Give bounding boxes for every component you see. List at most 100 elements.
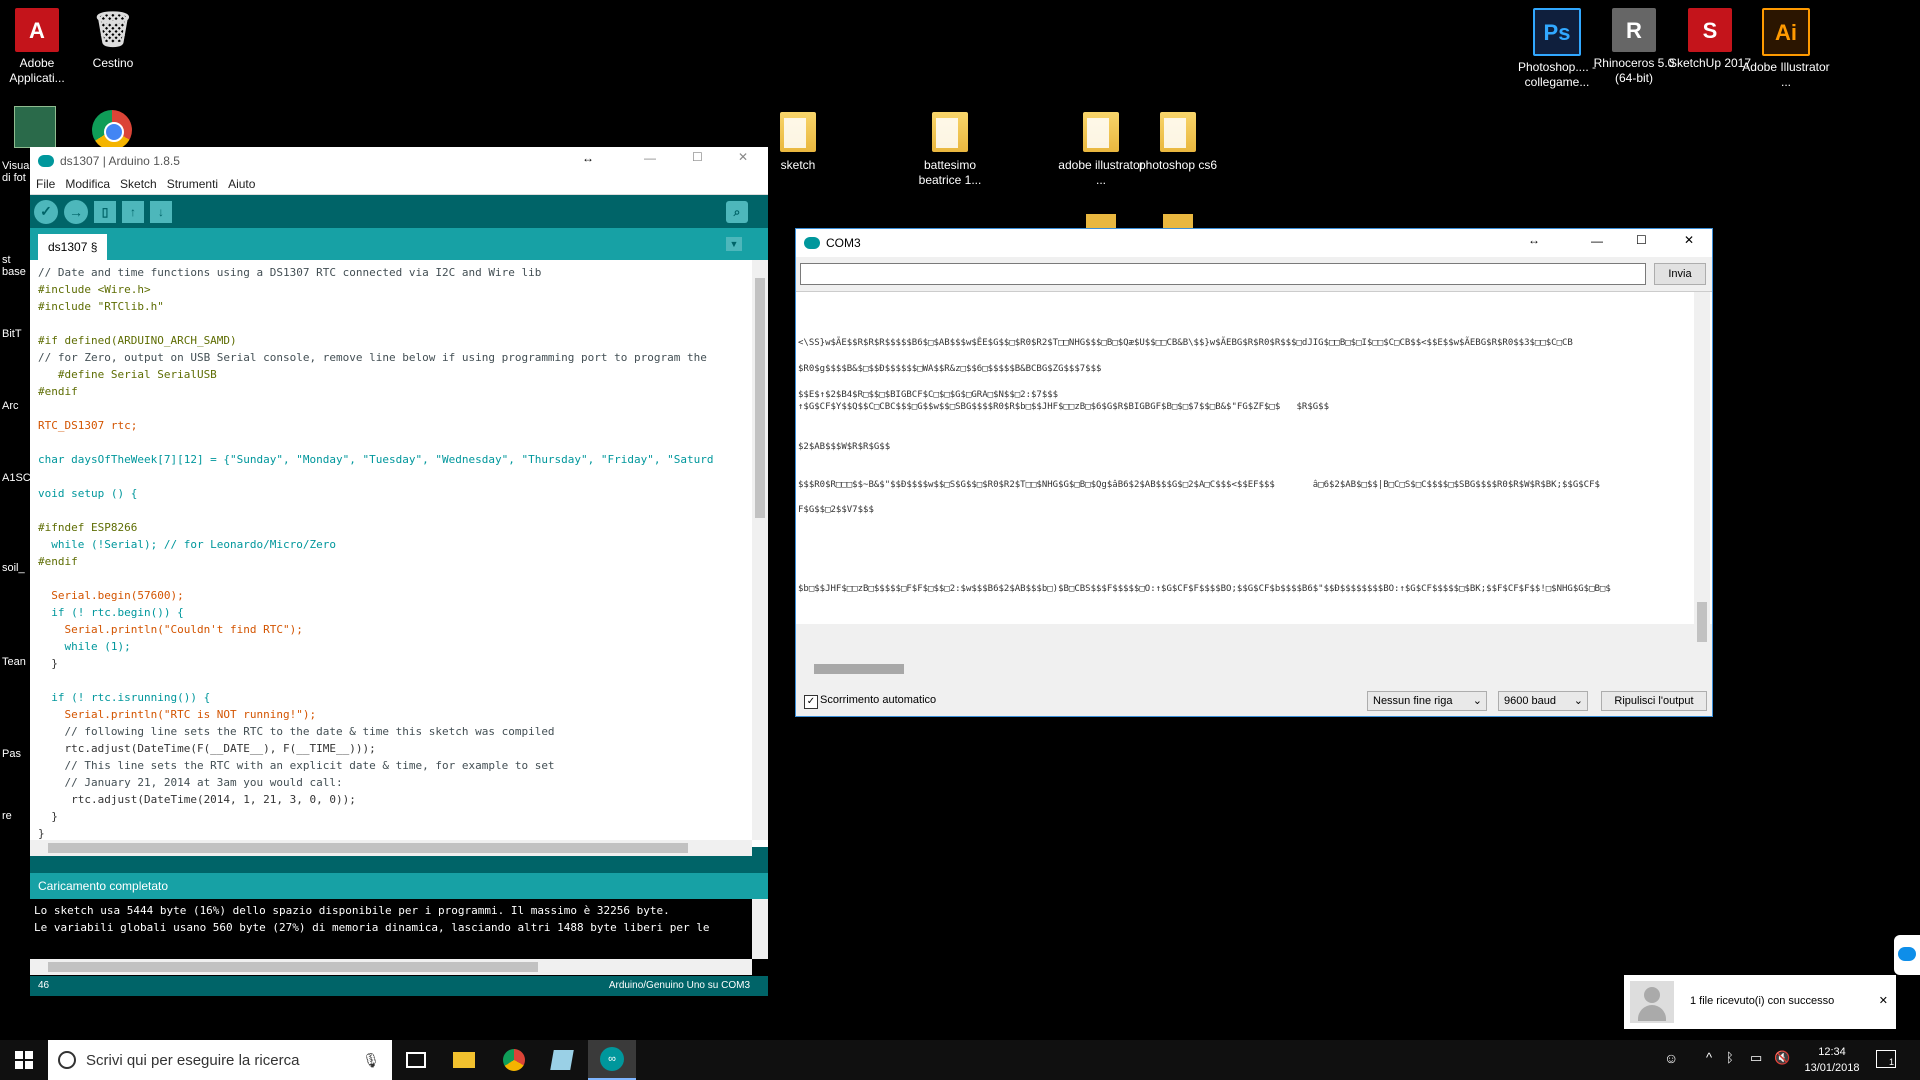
desktop-icon-illustrator[interactable]: Ai Adobe Illustrator ...	[1741, 8, 1831, 90]
minimize-button[interactable]: —	[644, 151, 656, 165]
code-line[interactable]: #endif	[38, 553, 748, 570]
code-line[interactable]: // for Zero, output on USB Serial consol…	[38, 349, 748, 366]
code-line[interactable]: Serial.println("Couldn't find RTC");	[38, 621, 748, 638]
desktop-icon-partial-photo[interactable]	[14, 106, 56, 148]
menu-sketch[interactable]: Sketch	[120, 177, 157, 191]
serial-monitor-titlebar[interactable]: COM3 ↔ — ☐ ✕	[796, 229, 1712, 257]
code-line[interactable]: #include <Wire.h>	[38, 281, 748, 298]
clock[interactable]: 12:34 13/01/2018	[1796, 1044, 1868, 1076]
code-line[interactable]: // January 21, 2014 at 3am you would cal…	[38, 774, 748, 791]
send-button[interactable]: Invia	[1654, 263, 1706, 285]
line-ending-select[interactable]: Nessun fine riga ⌄	[1367, 691, 1487, 711]
minimize-button[interactable]: —	[1591, 234, 1603, 248]
notification-toast[interactable]: 1 file ricevuto(i) con successo ✕	[1624, 975, 1896, 1029]
code-line[interactable]: while (1);	[38, 638, 748, 655]
code-line[interactable]: #endif	[38, 383, 748, 400]
code-line[interactable]	[38, 400, 748, 417]
people-icon[interactable]: ☺	[1664, 1050, 1678, 1066]
start-button[interactable]	[0, 1040, 48, 1080]
chrome-desktop-icon[interactable]	[92, 110, 132, 150]
console-horizontal-scrollbar[interactable]	[30, 959, 752, 975]
desktop-icon-recycle-bin[interactable]: 🗑 Cestino	[68, 8, 158, 71]
code-line[interactable]: #ifndef ESP8266	[38, 519, 748, 536]
bluetooth-icon[interactable]: ᛒ	[1726, 1050, 1734, 1065]
taskbar-chrome[interactable]	[490, 1040, 538, 1080]
save-sketch-button[interactable]: ↓	[150, 200, 172, 223]
upload-button[interactable]: →	[64, 199, 88, 224]
tab-ds1307[interactable]: ds1307 §	[38, 234, 108, 261]
code-line[interactable]: if (! rtc.isrunning()) {	[38, 689, 748, 706]
serial-vscroll-thumb[interactable]	[1697, 602, 1707, 642]
code-line[interactable]: if (! rtc.begin()) {	[38, 604, 748, 621]
desktop-icon-adobe-applications[interactable]: A Adobe Applicati...	[0, 8, 74, 86]
teamviewer-side-tab[interactable]	[1894, 935, 1920, 975]
tab-menu-button[interactable]: ▼	[726, 237, 742, 251]
volume-mute-icon[interactable]: 🔇	[1774, 1050, 1790, 1066]
code-line[interactable]: rtc.adjust(DateTime(2014, 1, 21, 3, 0, 0…	[38, 791, 748, 808]
close-button[interactable]: ✕	[738, 150, 748, 164]
close-button[interactable]: ✕	[1684, 233, 1694, 247]
console-vertical-scrollbar[interactable]	[752, 899, 768, 959]
open-sketch-button[interactable]: ↑	[122, 200, 144, 223]
autoscroll-checkbox[interactable]: ✓	[804, 695, 818, 709]
code-line[interactable]: #if defined(ARDUINO_ARCH_SAMD)	[38, 332, 748, 349]
network-icon[interactable]: ▭	[1750, 1050, 1762, 1066]
code-line[interactable]	[38, 434, 748, 451]
code-line[interactable]	[38, 502, 748, 519]
action-center-button[interactable]: 1	[1876, 1050, 1896, 1068]
code-line[interactable]	[38, 570, 748, 587]
menu-modifica[interactable]: Modifica	[65, 177, 110, 191]
folder-partial-icon[interactable]	[1163, 214, 1193, 228]
clear-output-button[interactable]: Ripulisci l'output	[1601, 691, 1707, 711]
serial-input[interactable]	[800, 263, 1646, 285]
code-line[interactable]: }	[38, 808, 748, 825]
autoscroll-label[interactable]: Scorrimento automatico	[820, 694, 936, 706]
code-editor[interactable]: // Date and time functions using a DS130…	[30, 260, 768, 856]
serial-horizontal-scrollbar[interactable]	[796, 661, 1694, 677]
serial-output[interactable]: <\SS}w$ÃE$$R$R$R$$$$$B6$□$AB$$$w$ÊE$G$$□…	[796, 291, 1712, 677]
code-line[interactable]: // This line sets the RTC with an explic…	[38, 757, 748, 774]
console-output[interactable]: Lo sketch usa 5444 byte (16%) dello spaz…	[30, 899, 768, 976]
taskbar-sketch-app[interactable]	[538, 1040, 586, 1080]
code-line[interactable]: rtc.adjust(DateTime(F(__DATE__), F(__TIM…	[38, 740, 748, 757]
serial-vertical-scrollbar[interactable]	[1694, 292, 1710, 661]
taskbar-search[interactable]: Scrivi qui per eseguire la ricerca 🎙	[48, 1040, 392, 1080]
code-line[interactable]: void setup () {	[38, 485, 748, 502]
folder-battesimo[interactable]: battesimo beatrice 1...	[905, 112, 995, 188]
folder-partial-icon[interactable]	[1086, 214, 1116, 228]
code-line[interactable]: #define Serial SerialUSB	[38, 366, 748, 383]
code-line[interactable]	[38, 672, 748, 689]
menu-aiuto[interactable]: Aiuto	[228, 177, 255, 191]
notification-close-icon[interactable]: ✕	[1879, 994, 1888, 1007]
code-text[interactable]: // Date and time functions using a DS130…	[38, 264, 748, 842]
baud-rate-select[interactable]: 9600 baud ⌄	[1498, 691, 1588, 711]
serial-monitor-button[interactable]: ⌕	[726, 201, 748, 223]
maximize-button[interactable]: ☐	[692, 150, 703, 164]
microphone-icon[interactable]: 🎙	[362, 1052, 380, 1069]
console-hscroll-thumb[interactable]	[48, 962, 538, 972]
arduino-titlebar[interactable]: ds1307 | Arduino 1.8.5 ↔ — ☐ ✕	[30, 147, 768, 174]
editor-hscroll-thumb[interactable]	[48, 843, 688, 853]
code-line[interactable]: Serial.begin(57600);	[38, 587, 748, 604]
editor-scroll-thumb[interactable]	[755, 278, 765, 518]
folder-photoshop-cs6[interactable]: photoshop cs6	[1133, 112, 1223, 173]
maximize-button[interactable]: ☐	[1636, 233, 1647, 247]
code-line[interactable]: while (!Serial); // for Leonardo/Micro/Z…	[38, 536, 748, 553]
new-sketch-button[interactable]: ▯	[94, 200, 116, 223]
show-hidden-icons-button[interactable]: ^	[1706, 1050, 1712, 1065]
code-line[interactable]	[38, 315, 748, 332]
code-line[interactable]: RTC_DS1307 rtc;	[38, 417, 748, 434]
code-line[interactable]	[38, 468, 748, 485]
serial-hscroll-thumb[interactable]	[814, 664, 904, 674]
task-view-button[interactable]	[392, 1040, 440, 1080]
code-line[interactable]: // following line sets the RTC to the da…	[38, 723, 748, 740]
code-line[interactable]: }	[38, 655, 748, 672]
code-line[interactable]: // Date and time functions using a DS130…	[38, 264, 748, 281]
code-line[interactable]: char daysOfTheWeek[7][12] = {"Sunday", "…	[38, 451, 748, 468]
menu-file[interactable]: File	[36, 177, 55, 191]
editor-horizontal-scrollbar[interactable]	[30, 840, 752, 856]
editor-vertical-scrollbar[interactable]	[752, 260, 768, 840]
taskbar-file-explorer[interactable]	[440, 1040, 488, 1080]
code-line[interactable]: Serial.println("RTC is NOT running!");	[38, 706, 748, 723]
verify-button[interactable]: ✓	[34, 199, 58, 224]
